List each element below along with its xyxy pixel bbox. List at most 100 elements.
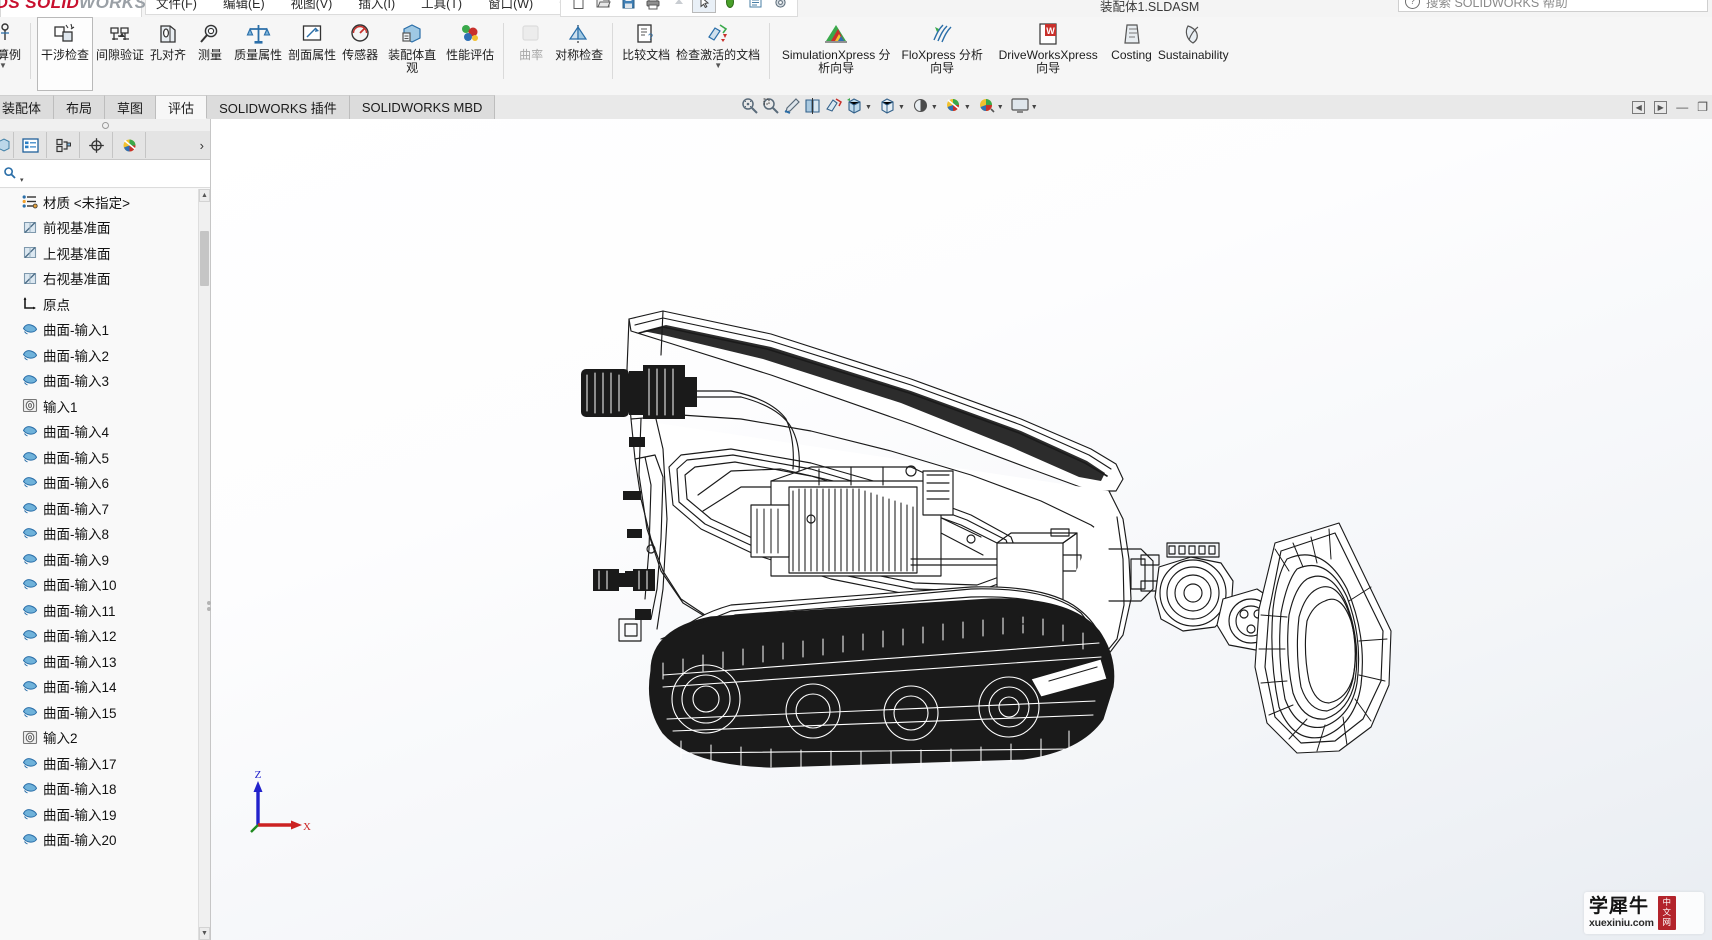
section-properties-button[interactable]: 剖面属性 — [285, 17, 339, 62]
scrollbar-thumb[interactable] — [200, 231, 209, 286]
symmetry-check-button[interactable]: 对称检查 — [552, 17, 606, 62]
feature-tree-item[interactable]: 曲面-输入15 — [0, 699, 210, 725]
restore-button[interactable]: ❐ — [1697, 100, 1708, 114]
panel-grip[interactable] — [0, 119, 210, 131]
print-icon[interactable] — [642, 0, 664, 12]
file-properties-icon[interactable] — [744, 0, 766, 12]
menu-item-view[interactable]: 视图(V) — [291, 0, 333, 12]
display-style-button[interactable]: ▼ — [845, 96, 876, 118]
more-tabs-button[interactable]: › — [200, 138, 204, 153]
feature-tree-item[interactable]: 曲面-输入5 — [0, 444, 210, 470]
apply-scene-button[interactable]: ▼ — [944, 96, 975, 118]
rebuild-icon[interactable] — [719, 0, 741, 12]
feature-tree-item[interactable]: 曲面-输入8 — [0, 521, 210, 547]
floxpress-button[interactable]: FloXpress 分析向导 — [896, 17, 988, 75]
section-view-button[interactable] — [803, 96, 822, 118]
configuration-manager-tab[interactable] — [47, 132, 80, 158]
feature-tree-scrollbar[interactable]: ▲ ▼ — [198, 189, 210, 940]
tab-assembly[interactable]: 装配体 — [0, 95, 55, 119]
driveworksxpress-button[interactable]: W DriveWorksXpress 向导 — [988, 17, 1108, 75]
menu-item-edit[interactable]: 编辑(E) — [223, 0, 265, 12]
edit-appearance-button[interactable]: ▼ — [911, 96, 942, 118]
zoom-to-fit-button[interactable] — [740, 96, 759, 118]
zoom-to-fit-icon[interactable] — [740, 96, 759, 118]
apply-scene-icon[interactable] — [944, 96, 963, 118]
feature-tree-item[interactable]: 右视基准面 — [0, 266, 210, 292]
simulationxpress-button[interactable]: SimulationXpress 分析向导 — [776, 17, 896, 75]
scroll-up-button[interactable]: ▲ — [199, 189, 210, 202]
minimize-button[interactable]: — — [1676, 100, 1688, 114]
hide-show-items-button[interactable]: ▼ — [878, 96, 909, 118]
interference-detection-button[interactable]: 干涉检查 — [37, 17, 94, 91]
previous-view-icon[interactable] — [782, 96, 801, 118]
check-active-document-button[interactable]: 检查激活的文档 ▼ — [673, 17, 763, 70]
chevron-down-icon[interactable]: ▼ — [964, 104, 971, 111]
assembly-visualization-button[interactable]: 装配体直观 — [381, 17, 443, 75]
feature-tree-item[interactable]: 曲面-输入10 — [0, 572, 210, 598]
window-controls[interactable]: ◀ ▶ — ❐ — [1632, 95, 1708, 119]
viewport-button[interactable]: ▼ — [1010, 97, 1042, 118]
costing-button[interactable]: Costing — [1108, 17, 1155, 62]
tab-sketch[interactable]: 草图 — [105, 95, 157, 119]
chevron-down-icon[interactable]: ▼ — [0, 62, 7, 70]
save-icon[interactable] — [617, 0, 639, 12]
view-orientation-button[interactable] — [824, 96, 843, 118]
chevron-down-icon[interactable]: ▼ — [1031, 104, 1038, 111]
view-heads-up-toolbar[interactable]: ▼ ▼ ▼ ▼ ▼ ▼ — [740, 95, 1042, 119]
viewport-icon[interactable] — [1010, 97, 1030, 118]
feature-manager-tab[interactable] — [0, 132, 14, 158]
open-document-icon[interactable] — [592, 0, 614, 12]
hole-alignment-button[interactable]: 孔对齐 — [147, 17, 189, 62]
feature-tree-item[interactable]: 曲面-输入14 — [0, 674, 210, 700]
chevron-down-icon[interactable]: ▼ — [898, 104, 905, 111]
feature-tree-item[interactable]: 曲面-输入12 — [0, 623, 210, 649]
sustainability-button[interactable]: Sustainability — [1155, 17, 1232, 62]
feature-tree-filter[interactable]: ▾ — [0, 160, 210, 188]
feature-tree-item[interactable]: 曲面-输入7 — [0, 495, 210, 521]
scroll-down-button[interactable]: ▼ — [199, 927, 210, 940]
feature-tree-item[interactable]: 曲面-输入4 — [0, 419, 210, 445]
display-manager-tab[interactable] — [113, 132, 146, 158]
compare-documents-button[interactable]: ? 比较文档 — [619, 17, 673, 62]
feature-tree-item[interactable]: 输入1 — [0, 393, 210, 419]
chevron-down-icon[interactable]: ▼ — [865, 104, 872, 111]
graphics-viewport[interactable]: Z X 学犀牛 xuexiniu.com 中文网 — [211, 119, 1712, 940]
manager-tab-strip[interactable]: › — [0, 131, 210, 160]
design-study-button[interactable]: 计算例▼ — [0, 17, 24, 70]
select-icon[interactable] — [692, 0, 716, 13]
previous-view-button[interactable] — [782, 96, 801, 118]
feature-tree[interactable]: 材质 <未指定> 前视基准面 上视基准面 右视基准面 原点 曲面-输入1 曲面-输入2 曲面-… — [0, 189, 210, 940]
view-settings-button[interactable]: ▼ — [977, 96, 1008, 118]
quick-access-toolbar[interactable] — [560, 0, 798, 17]
feature-tree-item[interactable]: 材质 <未指定> — [0, 189, 210, 215]
feature-tree-item[interactable]: 曲面-输入3 — [0, 368, 210, 394]
feature-tree-item[interactable]: 曲面-输入1 — [0, 317, 210, 343]
filter-caret-icon[interactable]: ▾ — [20, 176, 24, 184]
feature-tree-item[interactable]: 输入2 — [0, 725, 210, 751]
section-view-icon[interactable] — [803, 96, 822, 118]
feature-tree-item[interactable]: 曲面-输入20 — [0, 827, 210, 853]
measure-button[interactable]: 测量 — [189, 17, 231, 62]
tab-evaluate[interactable]: 评估 — [156, 95, 208, 119]
mass-properties-button[interactable]: 质量属性 — [231, 17, 285, 62]
model-wireframe[interactable] — [211, 119, 1712, 940]
menu-item-tools[interactable]: 工具(T) — [421, 0, 462, 12]
previous-document-button[interactable]: ◀ — [1632, 100, 1646, 114]
feature-tree-item[interactable]: 曲面-输入17 — [0, 750, 210, 776]
menu-item-insert[interactable]: 插入(I) — [358, 0, 395, 12]
feature-tree-item[interactable]: 曲面-输入19 — [0, 801, 210, 827]
feature-tree-item[interactable]: 曲面-输入6 — [0, 470, 210, 496]
feature-tree-item[interactable]: 上视基准面 — [0, 240, 210, 266]
view-settings-icon[interactable] — [977, 96, 996, 118]
next-document-button[interactable]: ▶ — [1654, 100, 1668, 114]
sensor-button[interactable]: 传感器 — [339, 17, 381, 62]
display-style-icon[interactable] — [845, 96, 864, 118]
clearance-verification-button[interactable]: 间隙验证 — [93, 17, 147, 62]
feature-tree-item[interactable]: 曲面-输入2 — [0, 342, 210, 368]
menu-item-file[interactable]: 文件(F) — [156, 0, 197, 12]
zoom-to-area-button[interactable] — [761, 96, 780, 118]
performance-evaluation-button[interactable]: 性能评估 — [443, 17, 497, 62]
chevron-down-icon[interactable]: ▼ — [931, 104, 938, 111]
hide-show-items-icon[interactable] — [878, 96, 897, 118]
tab-solidworks-mbd[interactable]: SOLIDWORKS MBD — [349, 95, 496, 119]
